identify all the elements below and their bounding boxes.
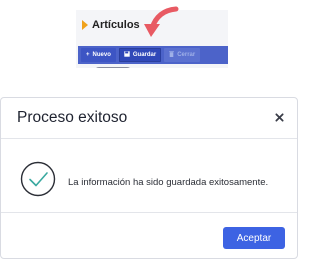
snippet-save-button: Guardar bbox=[118, 48, 162, 62]
dialog-footer: Aceptar bbox=[1, 212, 297, 258]
trash-icon bbox=[169, 51, 175, 59]
snippet-title-row: Artículos bbox=[82, 18, 140, 32]
save-button-label: Guardar bbox=[132, 52, 157, 58]
save-icon bbox=[124, 51, 130, 59]
dialog-title: Proceso exitoso bbox=[17, 109, 128, 126]
new-button-label: Nuevo bbox=[92, 52, 111, 58]
plus-icon: + bbox=[86, 52, 90, 58]
snippet-toolbar: + Nuevo Guardar Cerrar bbox=[78, 46, 228, 64]
close-icon bbox=[274, 112, 284, 122]
dialog-body: La información ha sido guardada exitosam… bbox=[1, 139, 297, 212]
dialog-header: Proceso exitoso bbox=[1, 98, 297, 139]
accept-button[interactable]: Aceptar bbox=[223, 227, 285, 249]
check-circle-icon bbox=[20, 161, 56, 197]
snippet-title: Artículos bbox=[92, 19, 140, 31]
dialog-message: La información ha sido guardada exitosam… bbox=[68, 177, 269, 188]
close-button[interactable] bbox=[271, 109, 287, 125]
pointer-arrow-icon bbox=[144, 6, 179, 37]
disabled-button-label: Cerrar bbox=[177, 52, 196, 58]
snippet-disabled-button: Cerrar bbox=[164, 48, 201, 62]
title-marker-icon bbox=[82, 20, 88, 30]
success-dialog: Proceso exitoso La información ha sido g… bbox=[0, 97, 298, 259]
snippet-new-button: + Nuevo bbox=[81, 48, 116, 62]
snippet-tab-outline bbox=[94, 67, 132, 68]
